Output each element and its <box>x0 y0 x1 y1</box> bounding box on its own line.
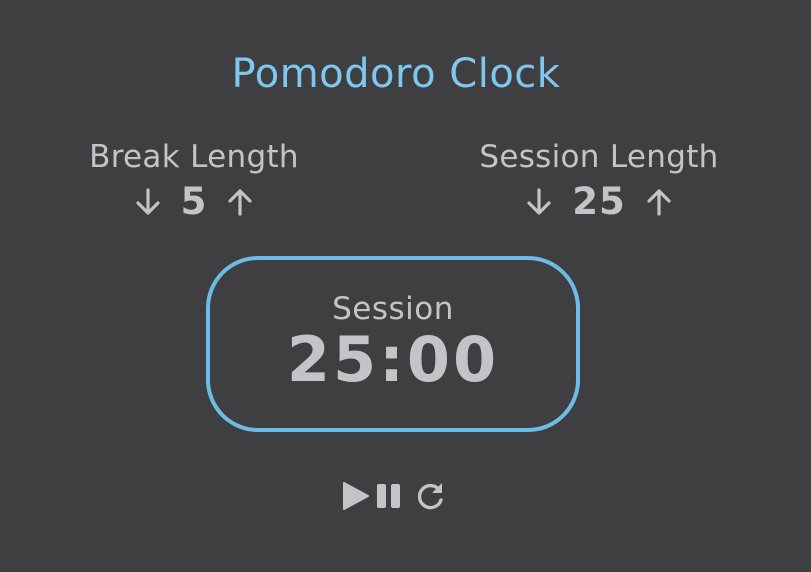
break-length-value: 5 <box>180 180 208 223</box>
session-length-panel: Session Length 25 <box>440 138 758 224</box>
play-icon <box>343 482 369 510</box>
break-length-label: Break Length <box>89 139 299 175</box>
pause-icon <box>377 484 400 508</box>
break-length-panel: Break Length 5 <box>50 138 338 224</box>
break-length-controls: 5 <box>50 180 338 224</box>
start-button[interactable] <box>341 480 371 512</box>
arrow-down-icon <box>136 188 160 215</box>
app-title: Pomodoro Clock <box>231 51 561 97</box>
arrow-up-icon <box>647 189 671 216</box>
arrow-up-icon <box>228 189 252 216</box>
reset-button[interactable] <box>415 480 447 512</box>
timer-controls <box>341 480 453 512</box>
refresh-icon <box>417 483 443 510</box>
session-length-value: 25 <box>572 180 626 223</box>
time-left: 25:00 <box>286 323 500 396</box>
break-decrement-button[interactable] <box>133 186 163 218</box>
session-increment-button[interactable] <box>644 186 674 218</box>
session-length-controls: 25 <box>440 180 758 224</box>
pause-button[interactable] <box>375 480 403 512</box>
session-decrement-button[interactable] <box>524 186 554 218</box>
break-increment-button[interactable] <box>225 186 255 218</box>
timer-display: Session 25:00 <box>206 256 580 432</box>
arrow-down-icon <box>527 188 551 215</box>
session-length-label: Session Length <box>479 139 719 175</box>
